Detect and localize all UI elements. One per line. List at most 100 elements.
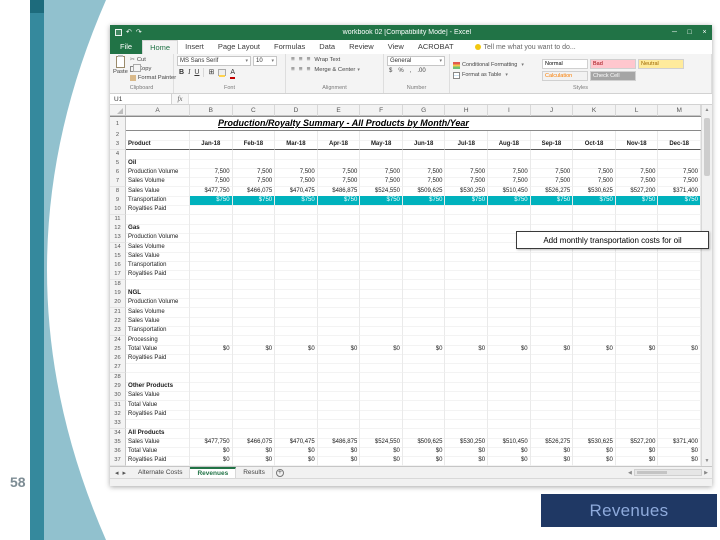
ribbon-tab-file[interactable]: File (110, 40, 143, 54)
wrap-text-button[interactable]: Wrap Text (314, 57, 340, 63)
scroll-up-icon[interactable]: ▲ (702, 105, 712, 115)
merge-center-button[interactable]: Merge & Center (314, 67, 359, 73)
cell[interactable]: $0 (317, 456, 361, 466)
align-left-icon[interactable]: ≡ (291, 66, 295, 74)
row-number-37[interactable]: 37 (110, 456, 126, 466)
sheet-title-cell[interactable]: Production/Royalty Summary - All Product… (126, 117, 701, 132)
add-sheet-button[interactable]: + (273, 467, 287, 478)
cell[interactable]: $0 (658, 456, 701, 466)
copy-button[interactable]: Copy (129, 64, 176, 73)
align-top-icon[interactable]: ≡ (291, 56, 295, 64)
column-header-j[interactable]: J (531, 105, 574, 116)
scroll-down-icon[interactable]: ▼ (702, 456, 712, 466)
cell-style-check-cell[interactable]: Check Cell (590, 71, 636, 81)
cell[interactable]: $0 (573, 456, 616, 466)
cell[interactable]: $0 (530, 456, 574, 466)
column-header-k[interactable]: K (573, 105, 616, 116)
cell[interactable]: $0 (402, 456, 446, 466)
align-bottom-icon[interactable]: ≡ (307, 56, 311, 64)
ribbon-tab-data[interactable]: Data (312, 40, 342, 54)
ribbon-tab-review[interactable]: Review (342, 40, 381, 54)
maximize-button[interactable]: □ (682, 25, 697, 40)
column-header-e[interactable]: E (318, 105, 361, 116)
percent-format-button[interactable]: % (398, 68, 403, 74)
currency-format-button[interactable]: $ (389, 68, 392, 74)
underline-button[interactable]: U (194, 68, 199, 77)
scroll-left-icon[interactable]: ◀ (628, 470, 632, 476)
fill-color-button[interactable] (218, 69, 227, 77)
cell-style-calculation[interactable]: Calculation (542, 71, 588, 81)
cell-style-bad[interactable]: Bad (590, 59, 636, 69)
borders-button[interactable]: ⊞ (208, 68, 214, 77)
sheet-tab-alternate-costs[interactable]: Alternate Costs (131, 467, 191, 478)
font-name-select[interactable]: MS Sans Serif (177, 56, 251, 66)
excel-title-bar: ↶ ↷ workbook 02 [Compatibility Mode] - E… (110, 25, 712, 40)
format-painter-button[interactable]: Format Painter (129, 74, 176, 82)
italic-button[interactable]: I (188, 68, 190, 77)
font-color-button[interactable]: A (230, 68, 235, 79)
column-header-l[interactable]: L (616, 105, 659, 116)
cell[interactable]: $0 (275, 456, 318, 466)
select-all-button[interactable] (110, 105, 126, 116)
cell[interactable]: $0 (615, 456, 659, 466)
column-header-d[interactable]: D (275, 105, 318, 116)
conditional-formatting-button[interactable]: Conditional Formatting (453, 61, 539, 69)
ribbon-tab-acrobat[interactable]: ACROBAT (411, 40, 461, 54)
align-right-icon[interactable]: ≡ (307, 66, 311, 74)
align-center-icon[interactable]: ≡ (299, 66, 303, 74)
cell[interactable]: $0 (445, 456, 489, 466)
column-header-f[interactable]: F (360, 105, 403, 116)
number-format-select[interactable]: General (387, 56, 445, 66)
tell-me-box[interactable]: Tell me what you want to do... (474, 40, 576, 54)
bold-button[interactable]: B (179, 68, 184, 77)
close-button[interactable]: × (697, 25, 712, 40)
vertical-scrollbar[interactable]: ▲ ▼ (701, 105, 712, 466)
ribbon-tab-insert[interactable]: Insert (178, 40, 211, 54)
horizontal-scrollbar[interactable]: ◀ ▶ (628, 467, 712, 478)
undo-icon[interactable]: ↶ (126, 29, 132, 36)
save-icon[interactable] (115, 29, 122, 36)
cut-button[interactable]: ✂ Cut (130, 56, 176, 64)
horizontal-scroll-track[interactable] (633, 469, 703, 476)
cell[interactable]: $0 (190, 456, 233, 466)
scroll-right-icon[interactable]: ▶ (704, 470, 708, 476)
minimize-button[interactable]: ─ (667, 25, 682, 40)
sheet-tab-results[interactable]: Results (236, 467, 273, 478)
vertical-scroll-thumb[interactable] (704, 118, 710, 176)
cell-style-normal[interactable]: Normal (542, 59, 588, 69)
cell[interactable]: $0 (360, 456, 403, 466)
sheet-nav-right-icon[interactable]: ▸ (123, 469, 127, 477)
column-header-a[interactable]: A (126, 105, 190, 116)
grid-row-11: 11 (110, 214, 701, 225)
sheet-nav-left-icon[interactable]: ◂ (115, 469, 119, 477)
grid-row-24: 24 Processing (110, 335, 701, 346)
cell-style-neutral[interactable]: Neutral (638, 59, 684, 69)
horizontal-scroll-thumb[interactable] (636, 471, 667, 474)
comma-format-button[interactable]: , (410, 68, 412, 74)
redo-icon[interactable]: ↷ (136, 29, 142, 36)
ribbon-tab-formulas[interactable]: Formulas (267, 40, 312, 54)
ribbon-tab-home[interactable]: Home (142, 40, 179, 54)
ribbon-tab-view[interactable]: View (381, 40, 411, 54)
align-middle-icon[interactable]: ≡ (299, 56, 303, 64)
font-size-select[interactable]: 10 (253, 56, 277, 66)
sheet-tabs: Alternate Costs Revenues Results (131, 467, 273, 478)
row-number-1[interactable]: 1 (110, 117, 126, 132)
column-header-h[interactable]: H (445, 105, 489, 116)
format-as-table-button[interactable]: Format as Table (453, 71, 539, 79)
decimal-buttons[interactable]: .00 (417, 68, 425, 74)
cell[interactable]: $0 (488, 456, 531, 466)
grid-row-37: 37 Royalties Paid $0 $0 $0 $0 $0 $0 $0 $0 $0 $0 $0 $0 (110, 456, 701, 466)
column-header-m[interactable]: M (658, 105, 701, 116)
cell[interactable]: $0 (232, 456, 276, 466)
sheet-tab-revenues[interactable]: Revenues (190, 467, 237, 478)
name-box[interactable]: U1 (110, 94, 172, 104)
column-header-g[interactable]: G (403, 105, 446, 116)
column-header-i[interactable]: I (488, 105, 531, 116)
paste-button[interactable]: Paste (113, 55, 128, 84)
row-label-cell[interactable]: Royalties Paid (126, 456, 190, 466)
ribbon-tab-page-layout[interactable]: Page Layout (211, 40, 267, 54)
column-header-b[interactable]: B (190, 105, 233, 116)
column-header-c[interactable]: C (233, 105, 276, 116)
formula-input[interactable] (188, 94, 712, 104)
